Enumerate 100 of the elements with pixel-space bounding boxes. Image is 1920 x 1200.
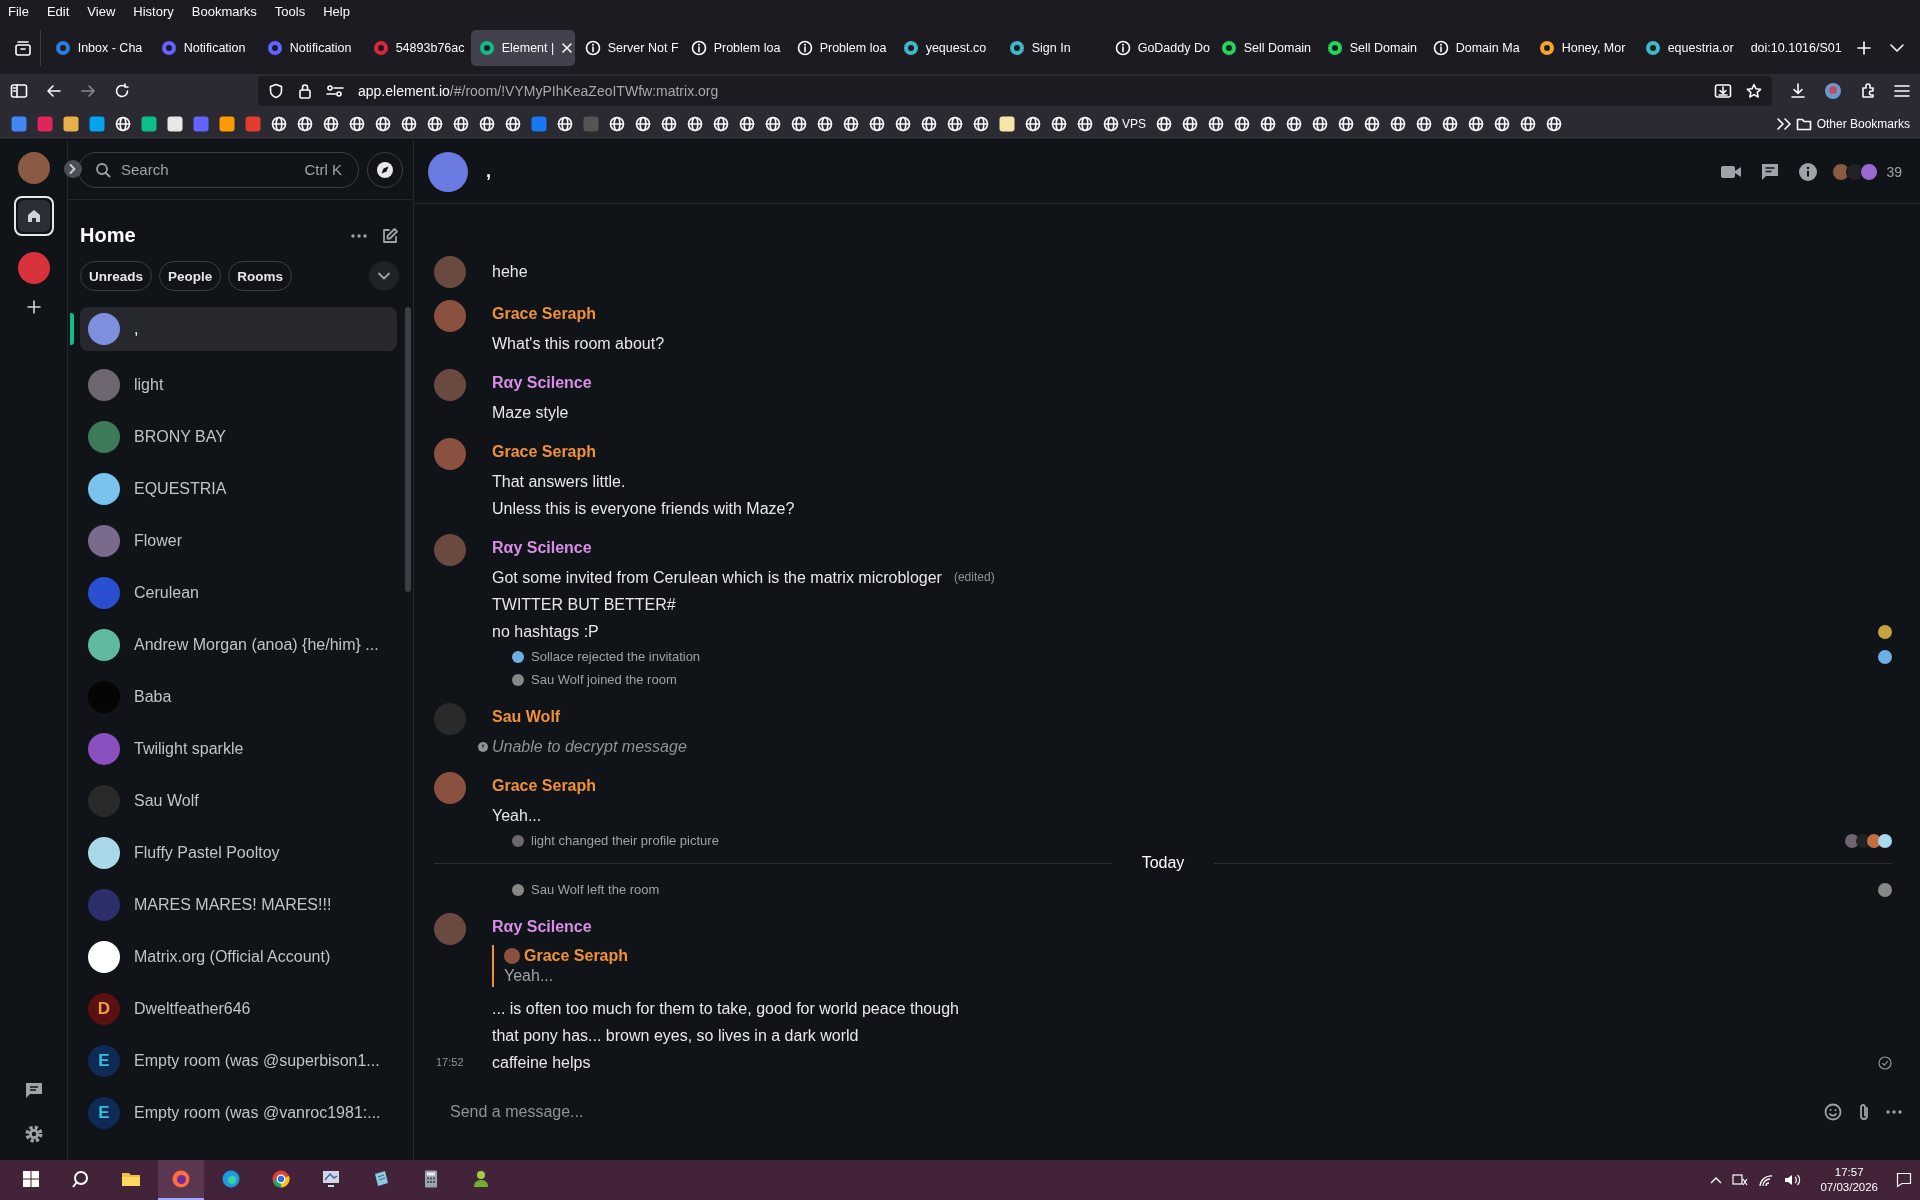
room-list-item[interactable]: MARES MARES! MARES!!!	[80, 879, 397, 931]
more-icon[interactable]	[351, 233, 367, 238]
menu-item[interactable]: History	[131, 3, 176, 19]
home-space-button[interactable]	[17, 200, 50, 232]
menu-item[interactable]: View	[85, 3, 118, 19]
language-icon[interactable]	[1732, 1173, 1749, 1187]
browser-tab[interactable]: Domain Ma	[1424, 30, 1529, 66]
menu-item[interactable]: Tools	[272, 3, 308, 19]
browser-tab[interactable]: doi:10.1016/S01	[1742, 30, 1847, 66]
menu-item[interactable]: Bookmarks	[189, 3, 259, 19]
read-receipts[interactable]	[1848, 833, 1892, 848]
browser-tab[interactable]: 54893b76ac	[364, 30, 469, 66]
start-icon[interactable]	[22, 1170, 40, 1188]
attachment-icon[interactable]	[1858, 1103, 1870, 1121]
room-list-item[interactable]: Flower	[80, 515, 397, 567]
room-list-item[interactable]: Sau Wolf	[80, 775, 397, 827]
user-avatar[interactable]	[434, 300, 466, 332]
permissions-icon[interactable]	[326, 84, 344, 98]
video-call-icon[interactable]	[1720, 163, 1743, 180]
browser-tab[interactable]: equestria.or	[1636, 30, 1741, 66]
menu-icon[interactable]	[1894, 84, 1910, 98]
menu-item[interactable]: Edit	[44, 3, 72, 19]
user-avatar[interactable]	[434, 438, 466, 470]
read-receipts[interactable]	[1881, 624, 1892, 639]
install-app-icon[interactable]	[1714, 83, 1732, 99]
room-list-item[interactable]: D Dweltfeather646	[80, 983, 397, 1035]
room-list-item[interactable]: E Empty room (was @superbison1...	[80, 1035, 397, 1087]
bookmark[interactable]: VPS	[1098, 111, 1151, 136]
room-list-item[interactable]: Baba	[80, 671, 397, 723]
chevrons-right-icon[interactable]	[1775, 116, 1792, 131]
room-avatar[interactable]	[428, 151, 468, 192]
chevron-down-icon[interactable]	[1890, 43, 1905, 53]
sender-name[interactable]: Rαy Scilence	[492, 371, 1892, 395]
room-list-item[interactable]: Fluffy Pastel Pooltoy	[80, 827, 397, 879]
room-list-item[interactable]: Twilight sparkle	[80, 723, 397, 775]
back-icon[interactable]	[46, 83, 62, 99]
space-avatar[interactable]	[17, 252, 50, 284]
chevron-up-icon[interactable]	[1710, 1176, 1723, 1184]
more-icon[interactable]	[1886, 1110, 1902, 1114]
sender-name[interactable]: Grace Seraph	[492, 774, 1892, 798]
room-list-item[interactable]: Cerulean	[80, 567, 397, 619]
menu-item[interactable]: Help	[321, 3, 352, 19]
user-avatar[interactable]	[434, 772, 466, 804]
browser-tab[interactable]: Problem loa	[788, 30, 893, 66]
threads-icon[interactable]	[1760, 161, 1781, 182]
wifi-icon[interactable]	[1758, 1173, 1775, 1187]
chat-icon[interactable]	[23, 1080, 44, 1100]
plus-icon[interactable]	[26, 300, 41, 314]
room-list-item[interactable]: BRONY BAY	[80, 411, 397, 463]
sender-name[interactable]: Grace Seraph	[492, 302, 1892, 326]
edited-label[interactable]: (edited)	[953, 564, 995, 591]
browser-tab[interactable]: Sell Domain	[1318, 30, 1423, 66]
close-icon[interactable]	[561, 42, 574, 54]
extensions-icon[interactable]	[1860, 83, 1876, 99]
sidebar-icon[interactable]	[10, 83, 28, 99]
browser-tab[interactable]: GoDaddy Do	[1106, 30, 1211, 66]
room-list-item[interactable]: light	[80, 359, 397, 411]
browser-tab[interactable]: Server Not F	[576, 30, 681, 66]
browser-tab[interactable]: Sign In	[1000, 30, 1105, 66]
browser-tab[interactable]: Honey, Mor	[1530, 30, 1635, 66]
expand-button[interactable]	[63, 160, 82, 178]
star-icon[interactable]	[1746, 83, 1762, 99]
account-avatar-icon[interactable]	[1824, 82, 1842, 100]
menu-item[interactable]: File	[6, 3, 31, 19]
new-tab-icon[interactable]	[1856, 41, 1871, 55]
message-input[interactable]: Send a message...	[450, 1103, 1808, 1121]
sender-name[interactable]: Grace Seraph	[492, 440, 1892, 464]
room-list-item[interactable]: Matrix.org (Official Account)	[80, 931, 397, 983]
room-list-item[interactable]: Andrew Morgan (anoa) {he/him} ...	[80, 619, 397, 671]
tab-overview-icon[interactable]	[13, 40, 32, 56]
expand-filters-button[interactable]	[369, 261, 399, 291]
user-avatar[interactable]	[17, 152, 50, 184]
emoji-icon[interactable]	[1824, 1103, 1842, 1121]
browser-tab[interactable]: Element |	[470, 30, 575, 66]
read-receipts[interactable]	[1881, 649, 1892, 664]
download-icon[interactable]	[1790, 83, 1806, 99]
read-receipts[interactable]	[1881, 882, 1892, 897]
clock[interactable]: 17:57 07/03/2026	[1812, 1165, 1886, 1195]
browser-tab[interactable]: yequest.co	[894, 30, 999, 66]
browser-tab[interactable]: Sell Domain	[1212, 30, 1317, 66]
room-list-item[interactable]: E Empty room (was @vanroc1981:...	[80, 1087, 397, 1139]
reply-quote[interactable]: Grace Seraph Yeah...	[492, 945, 1892, 987]
sender-name[interactable]: Rαy Scilence	[492, 915, 1892, 939]
scrollbar-thumb[interactable]	[405, 307, 411, 592]
notification-icon[interactable]	[1896, 1172, 1912, 1188]
info-icon[interactable]	[1798, 161, 1819, 182]
address-bar[interactable]: app.element.io/#/room/!VYMyPIhKeaZeoITWfw:matrix.org	[258, 76, 1772, 106]
settings-icon[interactable]	[23, 1124, 44, 1144]
browser-tab[interactable]: Notification	[152, 30, 257, 66]
room-list-item[interactable]: EQUESTRIA	[80, 463, 397, 515]
sender-name[interactable]: Rαy Scilence	[492, 536, 1892, 560]
browser-tab[interactable]: Inbox - Cha	[46, 30, 151, 66]
other-bookmarks-folder[interactable]: Other Bookmarks	[1791, 116, 1914, 131]
compose-icon[interactable]	[381, 226, 399, 245]
globe-icon	[1442, 115, 1458, 132]
browser-tab[interactable]: Problem loa	[682, 30, 787, 66]
volume-icon[interactable]	[1784, 1173, 1803, 1187]
reload-icon[interactable]	[114, 83, 130, 99]
sender-name[interactable]: Sau Wolf	[492, 705, 1892, 729]
browser-tab[interactable]: Notification	[258, 30, 363, 66]
